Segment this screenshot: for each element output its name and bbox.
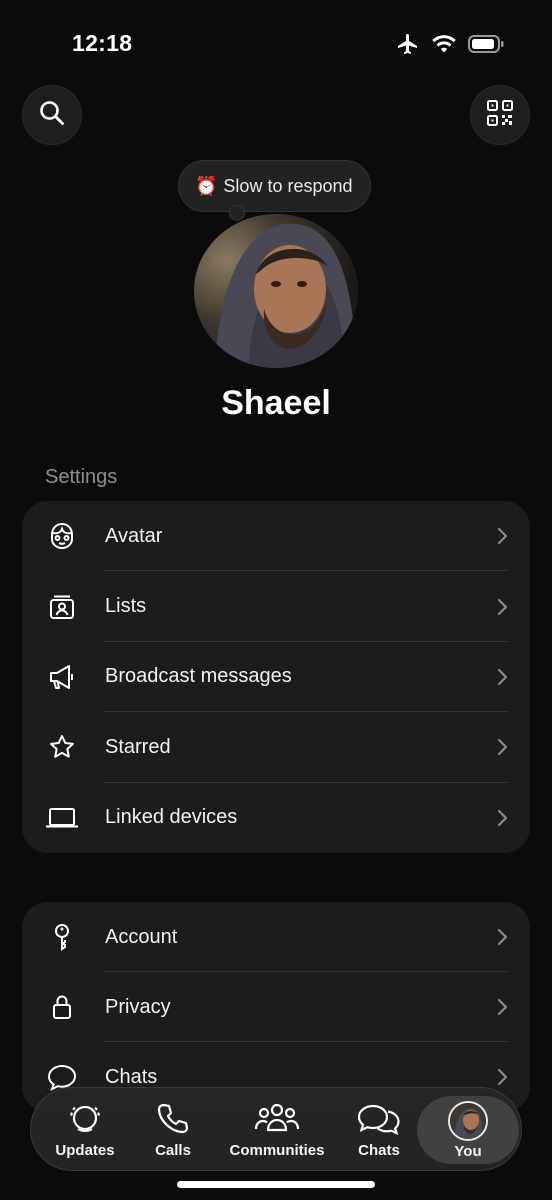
tab-calls[interactable]: Calls [131,1088,215,1172]
chevron-right-icon [497,528,508,545]
status-bubble[interactable]: ⏰ Slow to respond [178,160,371,221]
settings-item-privacy[interactable]: Privacy [22,972,530,1042]
tab-label: Communities [229,1142,325,1159]
tab-you[interactable]: You [417,1096,519,1164]
settings-item-avatar[interactable]: Avatar [22,501,530,572]
home-indicator[interactable] [177,1181,375,1188]
chevron-right-icon [497,1068,508,1086]
settings-item-label: Account [105,925,178,948]
settings-item-account[interactable]: Account [22,902,530,972]
tab-communities[interactable]: Communities [225,1088,329,1172]
chevron-right-icon [497,668,508,686]
status-time: 12:18 [72,30,133,56]
phone-icon [156,1101,190,1140]
search-icon [38,99,66,132]
alarm-clock-emoji: ⏰ [195,175,218,196]
settings-item-label: Avatar [105,524,163,547]
tab-label: You [454,1142,482,1160]
updates-icon [66,1101,104,1140]
profile-photo[interactable] [194,214,358,368]
megaphone-icon [44,659,80,695]
status-bubble-tail [229,205,245,221]
avatar-face-icon [44,518,80,554]
tab-updates[interactable]: Updates [43,1088,127,1172]
lists-icon [44,589,80,625]
search-button[interactable] [22,85,82,145]
laptop-icon [44,800,80,836]
settings-item-label: Broadcast messages [105,665,292,688]
settings-item-label: Privacy [105,995,171,1018]
chevron-right-icon [497,998,508,1016]
profile-avatar [448,1100,488,1141]
status-text: Slow to respond [223,175,353,196]
tab-bar: Updates Calls Communities Chats You [30,1087,522,1171]
star-icon [44,729,80,765]
settings-item-starred[interactable]: Starred [22,712,530,783]
tab-label: Calls [155,1142,191,1159]
status-bar: 12:18 [0,0,552,90]
settings-section-label: Settings [45,466,118,488]
settings-item-label: Chats [105,1065,158,1088]
settings-item-linked-devices[interactable]: Linked devices [22,783,530,853]
settings-group-1: Avatar Lists Broadcast messages Starred … [22,501,530,853]
settings-item-lists[interactable]: Lists [22,571,530,642]
settings-item-broadcast-messages[interactable]: Broadcast messages [22,642,530,713]
chevron-right-icon [497,598,508,615]
chevron-right-icon [497,928,508,946]
profile-name: Shaeel [221,384,331,422]
wifi-icon [432,35,456,53]
tab-chats[interactable]: Chats [337,1088,421,1172]
tab-label: Updates [55,1142,115,1159]
airplane-icon [396,32,420,56]
key-icon [44,919,80,955]
chats-icon [356,1101,402,1140]
tab-label: Chats [358,1142,400,1159]
qr-code-button[interactable] [470,85,530,145]
settings-item-label: Linked devices [105,806,238,829]
chevron-right-icon [497,809,508,826]
status-icons [396,32,504,56]
settings-item-label: Starred [105,735,171,758]
settings-group-2: Account Privacy Chats [22,902,530,1112]
settings-item-label: Lists [105,595,147,618]
chevron-right-icon [497,739,508,756]
battery-icon [468,35,504,53]
qr-code-icon [486,99,514,132]
lock-icon [44,989,80,1025]
communities-icon [254,1101,300,1140]
